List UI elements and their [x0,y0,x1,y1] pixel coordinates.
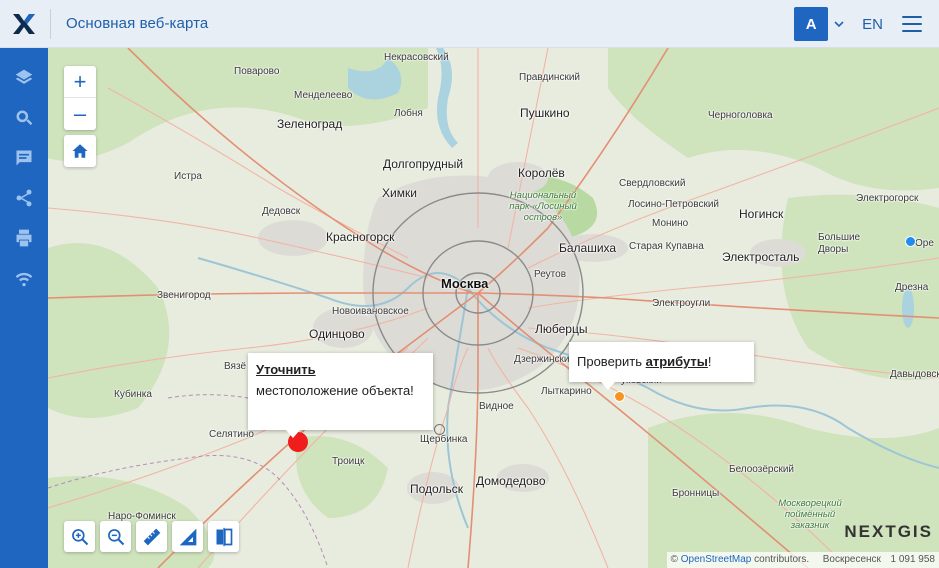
chevron-down-icon[interactable] [832,17,846,31]
popup-text: местоположение объекта! [256,383,414,398]
map-label: Давыдовское [890,369,939,380]
top-header: Основная веб-карта A EN [0,0,939,48]
share-icon[interactable] [0,178,48,218]
map-label: Лобня [394,108,423,119]
map-label: Ногинск [739,207,784,221]
page-title: Основная веб-карта [66,15,209,32]
wifi-icon[interactable] [0,258,48,298]
map-label: Национальный парк «Лосиный остров» [509,190,577,223]
map-label: Селятино [209,429,254,440]
popup-text-suffix: ! [707,354,712,369]
map-label: Поварово [234,66,280,77]
search-icon[interactable] [0,98,48,138]
feature-marker-orange[interactable] [614,391,625,402]
map-label: Электроугли [652,298,711,309]
map-label: Подольск [410,482,463,496]
map-label: Звенигород [157,290,211,301]
map-label: Дзержинский [514,354,576,365]
header-divider [50,8,51,39]
map-label: Люберцы [535,322,588,336]
map-label: Большие Дворы [818,232,861,255]
feature-popup-location: Уточнить местоположение объекта! [248,353,433,438]
zoom-control: + – [64,66,96,130]
measure-area-button[interactable] [172,521,203,552]
scale-number: 1 091 958 [890,554,936,565]
map-label: Дедовск [262,206,301,217]
map-label: Видное [479,401,514,412]
zoom-out-button[interactable]: – [64,98,96,130]
map-label: Правдинский [519,72,581,83]
map-label: Электрогорск [856,193,919,204]
hamburger-menu-icon[interactable] [899,14,925,34]
map-label: Менделеево [294,90,353,101]
zoom-in-button[interactable]: + [64,66,96,98]
map-label: Одинцово [309,327,365,341]
app-logo[interactable] [0,0,48,48]
map-label: Белоозёрский [729,464,795,475]
map-label: Реутов [534,269,567,280]
feature-marker-gray[interactable] [434,424,445,435]
map-label: Истра [174,171,202,182]
map-label: Домодедово [476,474,546,488]
print-icon[interactable] [0,218,48,258]
map-label: Новоивановское [332,306,409,317]
map-label: Химки [382,186,417,200]
swipe-compare-button[interactable] [208,521,239,552]
map-label: Дрезна [895,282,929,293]
popup-text-prefix: Проверить [577,354,646,369]
user-avatar-button[interactable]: A [794,7,829,41]
map-label: Пушкино [520,106,570,120]
map-label: Кубинка [114,389,152,400]
map-label: Бронницы [672,488,720,499]
comment-icon[interactable] [0,138,48,178]
nextgis-logo-icon [13,13,35,34]
language-switch[interactable]: EN [862,16,883,33]
map-label: Электросталь [722,250,800,264]
map-label: Некрасовский [384,52,449,63]
map-label: Черноголовка [708,110,773,121]
map-label: Балашиха [559,241,617,255]
attribution-text: contributors. [751,554,810,565]
home-button[interactable] [64,135,96,167]
map-label: Старая Купавна [629,241,704,252]
map-label: Монино [652,218,689,229]
feature-popup-attributes: Проверить атрибуты! [569,342,754,390]
popup-link-refine[interactable]: Уточнить [256,362,316,377]
map-label: Королёв [518,166,565,180]
map-label: Москва [441,276,489,291]
compare-icon [216,527,232,546]
map-label: Красногорск [326,230,395,244]
attribution-link[interactable]: OpenStreetMap [681,554,752,565]
map-attribution: © OpenStreetMap contributors. Воскресенс… [666,552,939,568]
map-label: Оре [915,238,934,249]
map-basemap [48,48,939,568]
home-icon [72,144,88,158]
map-label: Лосино-Петровский [628,199,719,210]
scale-label: Воскресенск [822,554,881,565]
web-map[interactable]: Некрасовский Правдинский Поварово Мендел… [48,48,939,568]
nextgis-brand: NEXTGIS [844,522,933,541]
zoom-in-tool-button[interactable] [64,521,95,552]
feature-marker-blue[interactable] [905,236,916,247]
map-label: Долгопрудный [383,157,464,171]
sidebar [0,48,48,568]
map-label: Вязё [224,361,247,372]
layers-icon[interactable] [0,58,48,98]
map-toolbar [64,521,239,552]
map-label: Зеленоград [277,117,343,131]
measure-distance-button[interactable] [136,521,167,552]
ruler-icon [143,528,160,545]
map-label: Москворецкий поймённый заказник [778,498,842,531]
popup-link-attributes[interactable]: атрибуты [646,354,708,369]
copyright-symbol: © [670,554,681,565]
zoom-out-tool-button[interactable] [100,521,131,552]
map-label: Свердловский [619,178,686,189]
area-ruler-icon [179,528,196,545]
zoom-out-icon [107,528,124,545]
map-label: Троицк [332,456,365,467]
zoom-in-icon [71,528,88,545]
map-label: Лыткарино [541,386,592,397]
map-label: Щербинка [420,434,468,445]
